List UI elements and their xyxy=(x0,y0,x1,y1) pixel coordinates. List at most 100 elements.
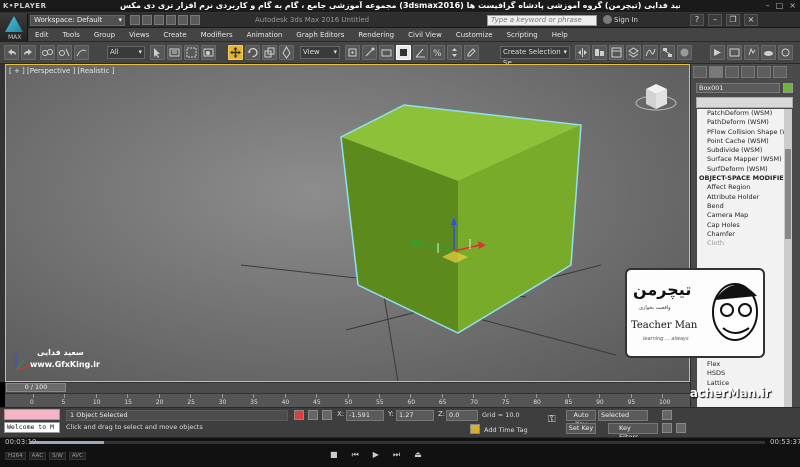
object-name-field[interactable]: Box001 xyxy=(696,83,780,93)
edit-named-selection-icon[interactable] xyxy=(464,45,479,60)
select-by-name-icon[interactable] xyxy=(167,45,182,60)
key-mode-dropdown[interactable]: Selected xyxy=(598,410,648,421)
modifier-list-item[interactable]: Surface Mapper (WSM) xyxy=(697,155,784,164)
seek-bar[interactable] xyxy=(30,441,765,444)
go-to-start-icon[interactable] xyxy=(662,410,672,420)
undo-arrow-icon[interactable] xyxy=(4,45,19,60)
key-filters-button[interactable]: Key Filters... xyxy=(608,423,658,441)
x-coordinate-field[interactable]: -1.591 xyxy=(346,410,384,421)
key-icon[interactable]: ⚿ xyxy=(548,414,558,425)
modifier-list-item[interactable]: Flex xyxy=(697,360,784,369)
absolute-mode-icon[interactable] xyxy=(322,410,332,420)
max-restore-icon[interactable]: ❐ xyxy=(726,14,740,26)
menu-modifiers[interactable]: Modifiers xyxy=(194,31,240,39)
save-file-icon[interactable] xyxy=(154,15,164,25)
modifier-list-item[interactable] xyxy=(697,248,784,257)
previous-icon[interactable]: ⏮ xyxy=(352,450,359,460)
view-cube[interactable] xyxy=(635,84,677,111)
hierarchy-tab-icon[interactable] xyxy=(725,66,739,78)
scrollbar-thumb[interactable] xyxy=(785,149,791,239)
menu-rendering[interactable]: Rendering xyxy=(351,31,401,39)
z-coordinate-field[interactable]: 0.0 xyxy=(446,410,478,421)
pivot-point-center-icon[interactable] xyxy=(345,45,360,60)
render-setup-icon[interactable] xyxy=(710,45,725,60)
curve-editor-icon[interactable] xyxy=(643,45,658,60)
redo-arrow-icon[interactable] xyxy=(21,45,36,60)
create-tab-icon[interactable] xyxy=(693,66,707,78)
mirror-icon[interactable] xyxy=(575,45,590,60)
modifier-list-item[interactable]: Chamfer xyxy=(697,230,784,239)
stop-icon[interactable]: ■ xyxy=(330,450,338,460)
modifier-list-item[interactable]: Attribute Holder xyxy=(697,193,784,202)
eject-icon[interactable]: ⏏ xyxy=(414,450,422,460)
modifier-list-item[interactable]: Camera Map xyxy=(697,211,784,220)
sign-in-button[interactable]: Sign In xyxy=(614,16,638,24)
schematic-view-icon[interactable] xyxy=(660,45,675,60)
open-file-icon[interactable] xyxy=(142,15,152,25)
modifier-list-item[interactable]: PathDeform (WSM) xyxy=(697,118,784,127)
maxscript-listener-input[interactable]: Welcome to M xyxy=(4,422,60,433)
percent-snap-icon[interactable]: % xyxy=(430,45,445,60)
redo-icon[interactable] xyxy=(178,15,188,25)
workspace-dropdown[interactable]: Workspace: Default xyxy=(30,15,125,26)
modifier-list-item[interactable]: Subdivide (WSM) xyxy=(697,146,784,155)
a360-gallery-icon[interactable] xyxy=(778,45,793,60)
render-in-cloud-icon[interactable] xyxy=(761,45,776,60)
close-icon[interactable]: × xyxy=(789,1,796,10)
modifier-list-item[interactable] xyxy=(697,258,784,267)
object-color-swatch[interactable] xyxy=(783,83,793,93)
menu-views[interactable]: Views xyxy=(122,31,156,39)
snaps-toggle-icon[interactable] xyxy=(396,45,411,60)
modifier-list-item[interactable]: SurfDeform (WSM) xyxy=(697,165,784,174)
play-icon[interactable]: ▶ xyxy=(373,450,379,460)
spinner-snap-icon[interactable] xyxy=(447,45,462,60)
perspective-viewport[interactable]: [ + ] [Perspective ] [Realistic ] xyxy=(5,64,690,382)
modifier-list-item[interactable]: HSDS xyxy=(697,369,784,378)
max-close-icon[interactable]: × xyxy=(744,14,758,26)
keyboard-shortcut-override-icon[interactable] xyxy=(379,45,394,60)
bind-space-warp-icon[interactable] xyxy=(74,45,89,60)
modifier-list-item[interactable]: Affect Region xyxy=(697,183,784,192)
menu-create[interactable]: Create xyxy=(156,31,193,39)
toggle-layer-explorer-icon[interactable] xyxy=(626,45,641,60)
rectangular-selection-icon[interactable] xyxy=(184,45,199,60)
modifier-list-item[interactable]: Bend xyxy=(697,202,784,211)
menu-animation[interactable]: Animation xyxy=(240,31,290,39)
modify-tab-icon[interactable] xyxy=(709,66,723,78)
motion-tab-icon[interactable] xyxy=(741,66,755,78)
menu-help[interactable]: Help xyxy=(545,31,575,39)
time-slider-track[interactable] xyxy=(5,382,690,393)
modifier-list-item[interactable]: PatchDeform (WSM) xyxy=(697,109,784,118)
named-selection-sets-dropdown[interactable]: Create Selection Se xyxy=(500,46,570,67)
reference-coordinate-dropdown[interactable]: View xyxy=(300,46,340,59)
selection-lock-icon[interactable] xyxy=(308,410,318,420)
box001-mesh[interactable] xyxy=(340,104,582,334)
modifier-list-item[interactable]: PFlow Collision Shape (WSM) xyxy=(697,128,784,137)
angle-snap-icon[interactable] xyxy=(413,45,428,60)
menu-civil-view[interactable]: Civil View xyxy=(401,31,449,39)
select-manipulate-icon[interactable] xyxy=(362,45,377,60)
utilities-tab-icon[interactable] xyxy=(773,66,787,78)
maximize-icon[interactable]: □ xyxy=(776,1,784,10)
modifier-list-dropdown[interactable] xyxy=(696,97,793,108)
modifier-list-scrollbar[interactable] xyxy=(784,109,792,409)
set-key-button[interactable]: Set Key xyxy=(566,423,596,434)
project-folder-icon[interactable] xyxy=(190,15,200,25)
y-coordinate-field[interactable]: 1.27 xyxy=(396,410,434,421)
menu-graph-editors[interactable]: Graph Editors xyxy=(289,31,351,39)
select-object-icon[interactable] xyxy=(150,45,165,60)
modifier-list-item[interactable]: Cloth xyxy=(697,239,784,248)
display-tab-icon[interactable] xyxy=(757,66,771,78)
toggle-scene-explorer-icon[interactable] xyxy=(609,45,624,60)
selection-filter-dropdown[interactable]: All xyxy=(107,46,145,59)
menu-edit[interactable]: Edit xyxy=(28,31,56,39)
maxscript-listener-output[interactable] xyxy=(4,409,60,420)
zoom-extents-icon[interactable] xyxy=(662,423,672,433)
select-and-scale-icon[interactable] xyxy=(262,45,277,60)
select-and-move-icon[interactable] xyxy=(228,45,243,60)
isolate-selection-icon[interactable] xyxy=(294,410,304,420)
material-editor-icon[interactable] xyxy=(677,45,692,60)
menu-scripting[interactable]: Scripting xyxy=(500,31,545,39)
time-slider-thumb[interactable]: 0 / 100 xyxy=(6,383,66,392)
max-application-button[interactable]: MAX xyxy=(0,13,28,43)
